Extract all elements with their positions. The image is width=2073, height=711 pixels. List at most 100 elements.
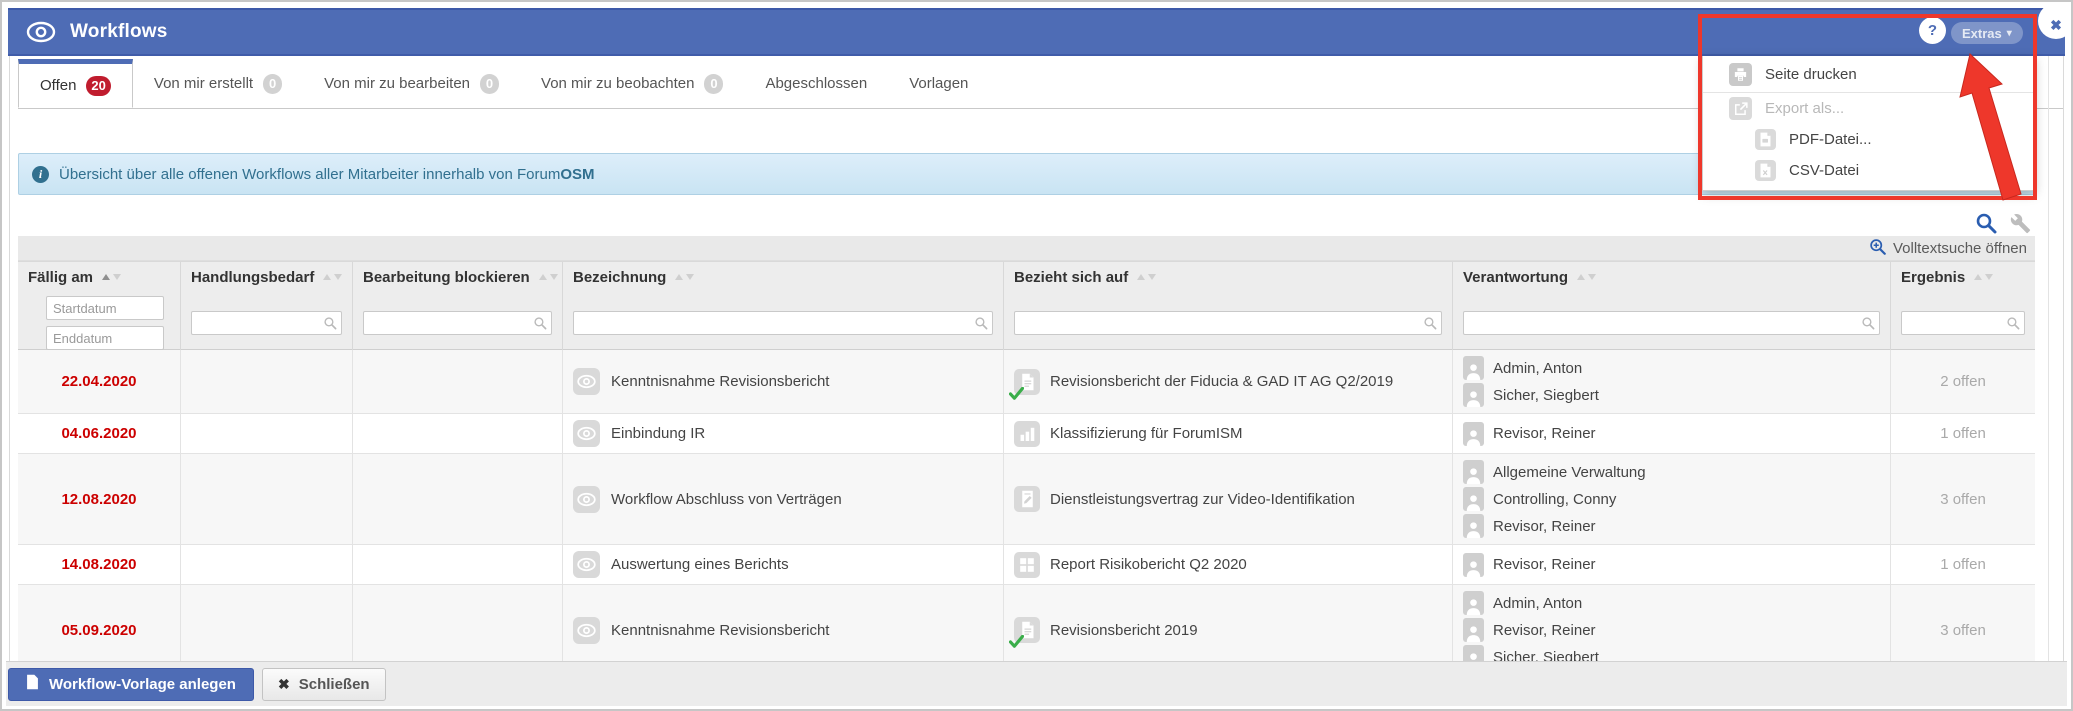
person-icon [1463, 618, 1484, 642]
due-date: 12.08.2020 [61, 490, 137, 508]
due-date-cell: 04.06.2020 [18, 414, 180, 453]
bezeichnung-cell: Workflow Abschluss von Verträgen [562, 454, 1003, 544]
reference-label: Revisionsbericht 2019 [1050, 621, 1198, 639]
bezieht-sich-auf-cell: Dienstleistungsvertrag zur Video-Identif… [1003, 454, 1452, 544]
column-label: Fällig am [28, 268, 94, 286]
question-mark-icon: ? [1927, 22, 1938, 39]
bezeichnung-cell: Kenntnisnahme Revisionsbericht [562, 350, 1003, 413]
result-count: 1 offen [1940, 556, 1986, 573]
table-toolbar [18, 210, 2035, 236]
responsible-person: Revisor, Reiner [1463, 618, 1596, 642]
menu-item-label: Export als... [1765, 100, 1845, 117]
column-label: Bezeichnung [573, 268, 667, 286]
tab-label: Von mir zu beobachten [541, 75, 695, 92]
verantwortung-cell: Revisor, Reiner [1452, 545, 1890, 584]
menu-item-seite-drucken[interactable]: Seite drucken [1703, 56, 2034, 93]
due-date-cell: 14.08.2020 [18, 545, 180, 584]
pdf-file-icon [1755, 129, 1776, 150]
fulltext-search-toggle[interactable]: Volltextsuche öffnen [18, 236, 2035, 261]
create-button-label: Workflow-Vorlage anlegen [49, 675, 236, 693]
workflow-row[interactable]: 12.08.2020 Workflow Abschluss von Verträg… [18, 454, 2035, 545]
column-header-bezieht-sich-auf[interactable]: Bezieht sich auf [1003, 262, 1452, 292]
info-icon: i [32, 165, 49, 183]
extras-label: Extras [1962, 25, 2002, 41]
end-date-filter-input[interactable] [46, 326, 164, 350]
filter-cell-bezieht-sich-auf [1003, 292, 1452, 354]
tab-von-mir-erstellt[interactable]: Von mir erstellt 0 [133, 59, 303, 108]
filter-cell-bearbeitung-blockieren [352, 292, 562, 354]
filter-cell-verantwortung [1452, 292, 1890, 354]
tab-label: Vorlagen [909, 75, 969, 92]
filter-cell-fällig-am [18, 292, 180, 354]
column-header-bearbeitung-blockieren[interactable]: Bearbeitung blockieren [352, 262, 562, 292]
menu-item-label: CSV-Datei [1789, 162, 1860, 179]
ergebnis-cell: 1 offen [1890, 414, 2035, 453]
due-date-cell: 12.08.2020 [18, 454, 180, 544]
column-header-ergebnis[interactable]: Ergebnis [1890, 262, 2035, 292]
filter-input-ergebnis[interactable] [1901, 311, 2025, 335]
filter-input-bezeichnung[interactable] [573, 311, 993, 335]
due-date-cell: 22.04.2020 [18, 350, 180, 413]
check-icon [1009, 635, 1024, 648]
tab-abgeschlossen[interactable]: Abgeschlossen [744, 59, 888, 108]
ergebnis-cell: 1 offen [1890, 545, 2035, 584]
tab-von-mir-zu-bearbeiten[interactable]: Von mir zu bearbeiten 0 [303, 59, 520, 108]
filter-input-bezieht-sich-auf[interactable] [1014, 311, 1442, 335]
responsible-person: Allgemeine Verwaltung [1463, 460, 1646, 484]
wrench-icon[interactable] [2010, 213, 2031, 234]
workflow-row[interactable]: 14.08.2020 Auswertung eines Berichts Repor… [18, 545, 2035, 585]
workflow-name: Kenntnisnahme Revisionsbericht [611, 373, 830, 390]
handlungsbedarf-cell [180, 414, 352, 453]
result-count: 3 offen [1940, 490, 1986, 508]
close-button[interactable]: ✖ [2038, 3, 2071, 39]
menu-item-export-als[interactable]: Export als... [1703, 93, 2034, 124]
workflow-eye-icon [573, 616, 600, 644]
menu-item-pdf-datei[interactable]: PDF-Datei... [1703, 124, 2034, 155]
start-date-filter-input[interactable] [46, 296, 164, 320]
column-header-verantwortung[interactable]: Verantwortung [1452, 262, 1890, 292]
filter-input-verantwortung[interactable] [1463, 311, 1880, 335]
filter-input-wrap [1901, 311, 2025, 335]
menu-item-csv-datei[interactable]: CSV-Datei [1703, 155, 2034, 186]
check-icon [1009, 386, 1024, 400]
chart-icon [1014, 420, 1040, 447]
extras-button[interactable]: Extras ▾ [1951, 22, 2023, 44]
search-icon[interactable] [1975, 212, 1997, 234]
tab-vorlagen[interactable]: Vorlagen [888, 59, 989, 108]
due-date: 04.06.2020 [61, 425, 137, 442]
bezieht-sich-auf-cell: Report Risikobericht Q2 2020 [1003, 545, 1452, 584]
workflow-eye-icon [573, 420, 600, 447]
table-header-row: Fällig am Handlungsbedarf Bearbeitung bloc… [18, 262, 2035, 292]
filter-input-bearbeitung-blockieren[interactable] [363, 311, 552, 335]
tab-label: Offen [40, 77, 77, 94]
column-header-fällig-am[interactable]: Fällig am [18, 262, 180, 292]
column-label: Bezieht sich auf [1014, 268, 1129, 286]
ergebnis-cell: 3 offen [1890, 454, 2035, 544]
bezieht-sich-auf-cell: Revisionsbericht der Fiducia & GAD IT AG… [1003, 350, 1452, 413]
person-icon [1463, 552, 1484, 577]
result-count: 1 offen [1940, 425, 1986, 442]
filter-input-handlungsbedarf[interactable] [191, 311, 342, 335]
column-header-handlungsbedarf[interactable]: Handlungsbedarf [180, 262, 352, 292]
chevron-down-icon: ▾ [2006, 27, 2012, 39]
close-dialog-button[interactable]: ✖ Schließen [261, 667, 386, 701]
workflow-row[interactable]: 22.04.2020 Kenntnisnahme Revisionsbericht… [18, 350, 2035, 414]
handlungsbedarf-cell [180, 545, 352, 584]
menu-item-label: PDF-Datei... [1789, 131, 1872, 148]
sort-icon [1137, 274, 1157, 280]
workflow-name: Kenntnisnahme Revisionsbericht [611, 621, 830, 639]
create-workflow-template-button[interactable]: Workflow-Vorlage anlegen [8, 667, 254, 701]
help-button[interactable]: ? [1919, 17, 1946, 44]
workflow-name: Einbindung IR [611, 425, 706, 442]
workflow-name: Auswertung eines Berichts [611, 556, 789, 573]
bearbeitung-blockieren-cell [352, 454, 562, 544]
tab-offen[interactable]: Offen 20 [18, 59, 133, 108]
person-icon [1463, 487, 1484, 511]
responsible-person: Sicher, Siegbert [1463, 383, 1599, 407]
tab-von-mir-zu-beobachten[interactable]: Von mir zu beobachten 0 [520, 59, 744, 108]
column-header-bezeichnung[interactable]: Bezeichnung [562, 262, 1003, 292]
report-grid-icon [1014, 551, 1040, 578]
search-plus-icon [1869, 238, 1886, 259]
column-label: Verantwortung [1463, 268, 1569, 286]
workflow-row[interactable]: 04.06.2020 Einbindung IR Klassifizierung f… [18, 414, 2035, 454]
